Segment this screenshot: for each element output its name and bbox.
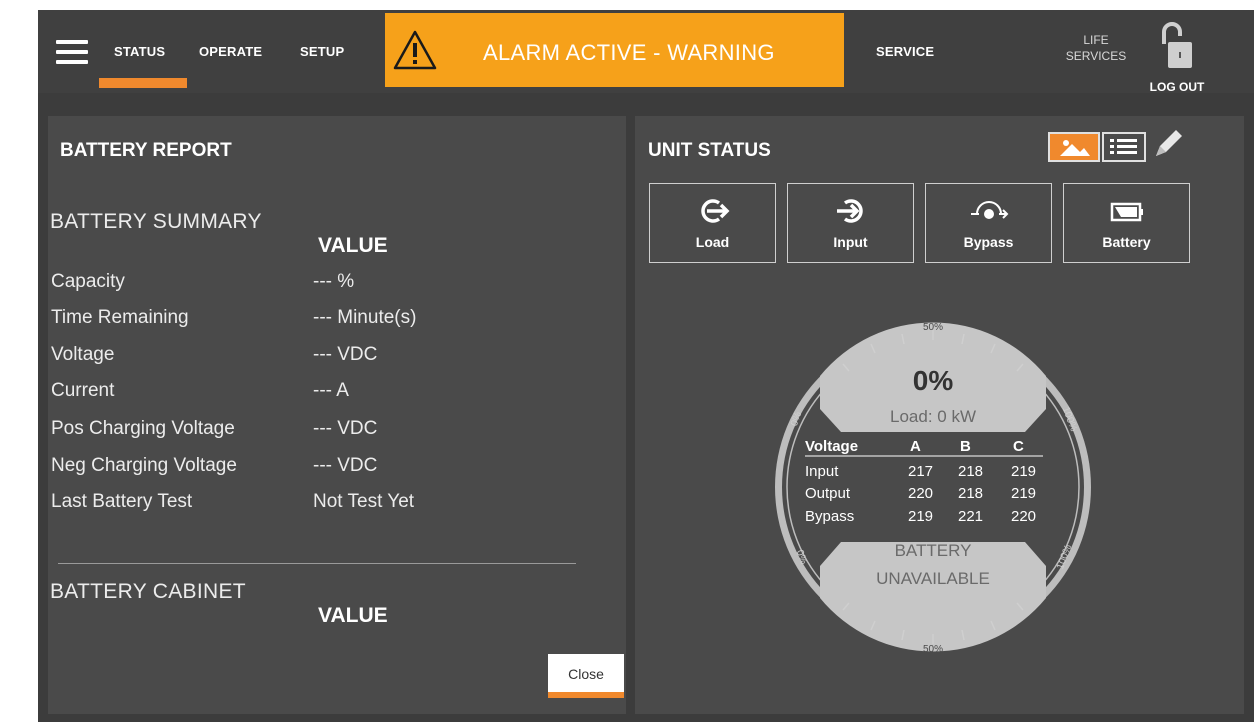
row-value-last-battery-test: Not Test Yet xyxy=(313,491,415,512)
landscape-icon xyxy=(1060,140,1090,156)
list-view-icon[interactable] xyxy=(1102,132,1146,162)
list-icon xyxy=(1110,139,1137,154)
nav-tab-setup[interactable]: SETUP xyxy=(300,44,344,59)
top-navigation-bar: STATUS OPERATE SETUP ALARM ACTIVE - WARN… xyxy=(38,10,1254,94)
row-value-time-remaining: --- Minute(s) xyxy=(313,307,417,328)
voltage-row-bypass-b: 221 xyxy=(958,508,983,525)
active-tab-indicator xyxy=(99,78,187,88)
panel-title: UNIT STATUS xyxy=(648,140,771,161)
load-icon xyxy=(701,199,730,223)
voltage-row-bypass-a: 219 xyxy=(908,508,933,525)
alarm-banner[interactable]: ALARM ACTIVE - WARNING xyxy=(385,13,844,87)
app-frame: STATUS OPERATE SETUP ALARM ACTIVE - WARN… xyxy=(38,10,1254,722)
gauge-tick-top: 50% xyxy=(923,322,943,333)
unlock-icon xyxy=(1162,22,1192,68)
voltage-header-label: Voltage xyxy=(805,438,858,455)
row-value-capacity: --- % xyxy=(313,271,355,292)
battery-label: Battery xyxy=(1102,234,1151,250)
menu-icon[interactable] xyxy=(56,40,88,66)
voltage-row-input-b: 218 xyxy=(958,463,983,480)
nav-tab-service[interactable]: SERVICE xyxy=(876,44,934,59)
battery-report-panel: BATTERY REPORT BATTERY SUMMARY VALUE Cap… xyxy=(48,116,626,714)
row-value-pos-charging-voltage: --- VDC xyxy=(313,418,378,439)
close-button-accent xyxy=(548,692,624,698)
voltage-row-input-a: 217 xyxy=(908,463,933,480)
section-divider xyxy=(58,563,576,564)
row-value-current: --- A xyxy=(313,380,349,401)
voltage-header-a: A xyxy=(910,438,921,455)
voltage-row-output-a: 220 xyxy=(908,485,933,502)
input-button[interactable]: Input xyxy=(787,183,914,263)
nav-tab-operate[interactable]: OPERATE xyxy=(199,44,262,59)
nav-tab-status[interactable]: STATUS xyxy=(114,44,165,59)
panel-title: BATTERY REPORT xyxy=(60,140,232,161)
warning-icon xyxy=(393,30,437,70)
row-value-neg-charging-voltage: --- VDC xyxy=(313,455,378,476)
battery-status-line1: BATTERY xyxy=(895,541,972,560)
bypass-label: Bypass xyxy=(963,234,1014,250)
load-percent: 0% xyxy=(913,365,954,396)
bypass-icon xyxy=(971,201,1009,219)
row-label-current: Current xyxy=(51,380,115,401)
battery-summary-title: BATTERY SUMMARY xyxy=(50,210,262,233)
row-label-capacity: Capacity xyxy=(51,271,125,292)
gauge-tick-bottom: 50% xyxy=(923,644,943,655)
voltage-row-bypass-c: 220 xyxy=(1011,508,1036,525)
voltage-row-input-name: Input xyxy=(805,463,839,480)
battery-button[interactable]: Battery xyxy=(1063,183,1190,263)
voltage-row-bypass-name: Bypass xyxy=(805,508,854,525)
battery-status-line2: UNAVAILABLE xyxy=(876,569,990,588)
unit-status-gauge: 50% 50% 0% 100% 0% 100% 0% Load: 0 kW Vo… xyxy=(775,322,1091,655)
logout-label: LOG OUT xyxy=(1149,80,1205,94)
row-label-neg-charging-voltage: Neg Charging Voltage xyxy=(51,455,237,476)
voltage-row-output-b: 218 xyxy=(958,485,983,502)
unit-status-panel: UNIT STATUS Load Input Bypass Battery 50… xyxy=(635,116,1244,714)
life-services-line1: LIFE xyxy=(1083,33,1109,47)
alarm-text: ALARM ACTIVE - WARNING xyxy=(483,40,775,65)
nav-life-services[interactable]: LIFE SERVICES xyxy=(1059,32,1133,64)
row-label-time-remaining: Time Remaining xyxy=(51,307,189,328)
row-label-last-battery-test: Last Battery Test xyxy=(51,491,193,512)
voltage-row-input-c: 219 xyxy=(1011,463,1036,480)
cabinet-value-header: VALUE xyxy=(318,604,388,627)
bypass-button[interactable]: Bypass xyxy=(925,183,1052,263)
input-icon xyxy=(837,199,863,223)
load-button[interactable]: Load xyxy=(649,183,776,263)
close-button[interactable]: Close xyxy=(548,654,624,698)
voltage-header-c: C xyxy=(1013,438,1024,455)
load-kw: Load: 0 kW xyxy=(890,407,976,426)
voltage-row-output-name: Output xyxy=(805,485,851,502)
logout-button[interactable]: LOG OUT xyxy=(1142,20,1212,94)
input-label: Input xyxy=(833,234,868,250)
voltage-header-b: B xyxy=(960,438,971,455)
graphic-view-icon[interactable] xyxy=(1048,132,1100,162)
row-label-voltage: Voltage xyxy=(51,344,115,365)
life-services-line2: SERVICES xyxy=(1065,49,1127,63)
close-button-label: Close xyxy=(568,666,604,682)
load-label: Load xyxy=(695,234,730,250)
battery-cabinet-title: BATTERY CABINET xyxy=(50,580,246,603)
row-label-pos-charging-voltage: Pos Charging Voltage xyxy=(51,418,235,439)
battery-icon xyxy=(1110,202,1143,222)
voltage-row-output-c: 219 xyxy=(1011,485,1036,502)
row-value-voltage: --- VDC xyxy=(313,344,378,365)
edit-pencil-icon[interactable] xyxy=(1150,126,1184,162)
summary-value-header: VALUE xyxy=(318,234,388,257)
